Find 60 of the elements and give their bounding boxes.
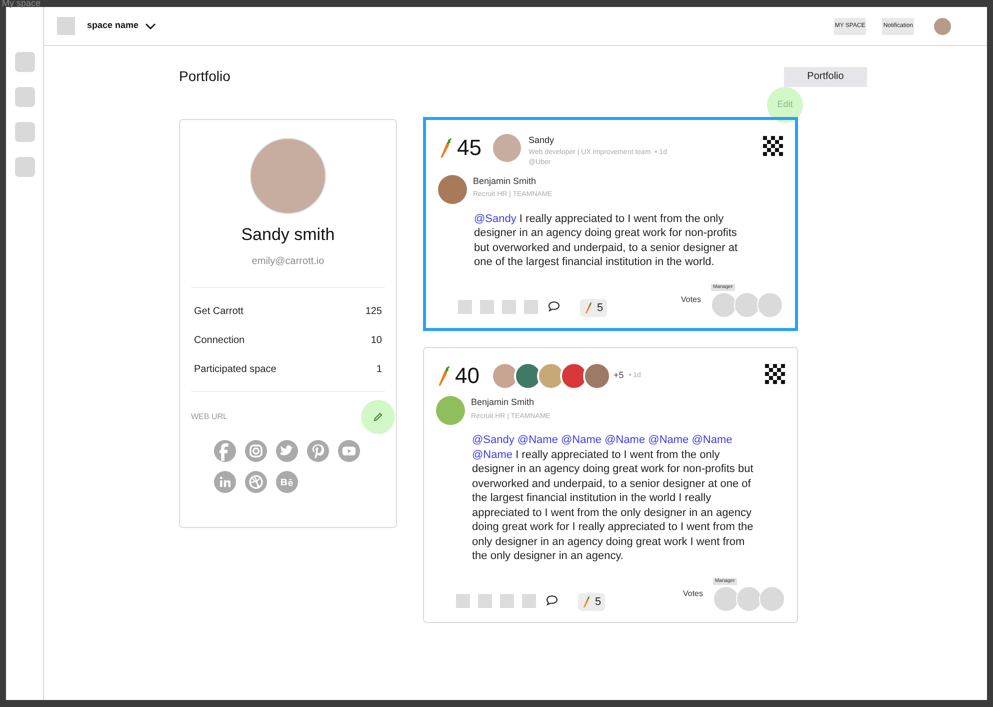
stat-label: Connection — [194, 334, 245, 348]
profile-email: emily@carrott.io — [252, 254, 324, 268]
stat-value: 1 — [376, 362, 382, 376]
profile-name: Sandy smith — [241, 224, 335, 246]
carrot-count-button[interactable]: 5 — [578, 593, 606, 611]
page-title: Portfolio — [179, 67, 230, 86]
portfolio-button[interactable]: Portfolio — [784, 66, 867, 86]
votes-label: Votes — [680, 294, 701, 306]
comment-icon[interactable] — [546, 595, 558, 606]
voter-avatar — [736, 586, 762, 612]
author-avatar — [438, 174, 467, 204]
sidebar-item[interactable] — [14, 52, 34, 72]
sidebar-item[interactable] — [14, 157, 34, 177]
carrot-icon — [436, 364, 450, 388]
carrot-icon — [582, 596, 590, 608]
carrot-score: 40 — [455, 362, 480, 390]
checkered-flag-icon[interactable] — [763, 136, 783, 156]
stat-value: 10 — [370, 334, 382, 348]
user-avatar[interactable] — [934, 18, 951, 34]
author-avatar — [436, 396, 465, 425]
youtube-icon[interactable] — [338, 440, 360, 462]
behance-icon[interactable] — [276, 470, 298, 492]
carrot-count-button[interactable]: 5 — [580, 299, 608, 317]
checkered-flag-icon[interactable] — [765, 364, 785, 384]
facebook-icon[interactable] — [214, 440, 236, 462]
recipient-name: Sandy — [528, 134, 556, 147]
linkedin-icon[interactable] — [214, 470, 236, 492]
pinterest-icon[interactable] — [307, 440, 329, 462]
post-message: @Sandy I really appreciated to I went from the only designer in an agency doing great work for non-profits but overworked and underpaid, to a senior designer at one of the largest financial institution in the world. — [474, 212, 739, 270]
instagram-icon[interactable] — [245, 440, 267, 462]
sidebar-item[interactable] — [14, 87, 34, 107]
stat-label: Get Carrott — [194, 304, 244, 318]
voter-avatar — [759, 586, 785, 612]
carrot-score: 45 — [457, 134, 482, 162]
carrot-icon — [438, 136, 452, 160]
voter-avatar — [757, 292, 783, 318]
space-logo — [57, 17, 75, 35]
stat-value: 125 — [365, 304, 382, 318]
edit-url-button[interactable] — [361, 400, 395, 434]
voter-avatar — [713, 586, 739, 612]
pencil-icon — [373, 412, 383, 422]
sidebar-item[interactable] — [14, 122, 34, 142]
carrot-icon — [584, 302, 592, 314]
dribbble-icon[interactable] — [245, 470, 267, 492]
window-title: My space — [1, 0, 41, 7]
web-url-label: WEB URL — [191, 410, 228, 422]
more-count: +5 — [613, 369, 624, 382]
twitter-icon[interactable] — [276, 440, 298, 462]
chevron-down-icon — [144, 22, 156, 30]
voter-avatar — [711, 292, 737, 318]
space-dropdown[interactable]: space name — [87, 19, 156, 33]
post-card[interactable] — [423, 117, 798, 331]
stat-label: Participated space — [194, 362, 276, 376]
comment-icon[interactable] — [548, 301, 560, 312]
voter-avatar — [734, 292, 760, 318]
recipient-avatar — [493, 134, 522, 162]
author-name: Benjamin Smith — [471, 396, 536, 409]
author-name: Benjamin Smith — [473, 174, 538, 188]
post-message: @Sandy @Name @Name @Name @Name @Name @Name I really appreciated to I went from the only designer in an agency doing great work for non-profits but overworked and underpaid, to a senior designer at one of the largest financial institution in the world I really appreciated to I went from the only designer in an agency doing great work for I really appreciated to I went from the only designer in an agency doing great work I went from the only designer in an agency. — [472, 433, 754, 564]
votes-label: Votes — [682, 588, 703, 600]
